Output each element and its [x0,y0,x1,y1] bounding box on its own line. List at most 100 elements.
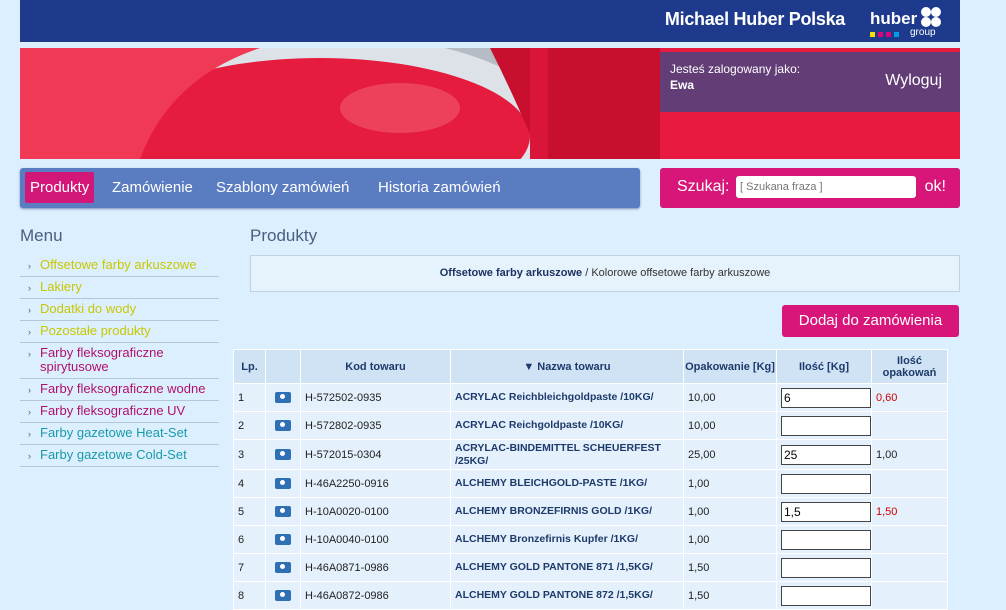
quantity-input[interactable] [781,444,871,465]
camera-icon[interactable] [275,392,291,404]
breadcrumb-category[interactable]: Offsetowe farby arkuszowe [440,267,582,279]
camera-icon[interactable] [275,506,291,518]
username: Ewa [670,78,695,92]
cell-image[interactable] [265,439,301,470]
quantity-input[interactable] [781,585,871,606]
cell-package: 1,00 [683,469,777,498]
main-nav: Produkty Zamówienie Szablony zamówień Hi… [20,168,640,208]
menu-item-label: Farby fleksograficzne UV [40,403,186,418]
cell-lp: 6 [233,525,266,554]
cell-image[interactable] [265,497,301,526]
table-row: 6 H-10A0040-0100 ALCHEMY Bronzefirnis Kupf… [233,525,948,554]
menu-item-label: Pozostałe produkty [40,323,151,338]
cell-package: 1,50 [683,581,777,610]
cell-lp: 8 [233,581,266,610]
menu-item[interactable]: › Lakiery [20,277,219,299]
chevron-right-icon: › [28,283,31,293]
nav-products[interactable]: Produkty [25,172,95,203]
col-package-count: Ilość opakowań [871,349,948,384]
menu-item[interactable]: › Farby fleksograficzne spirytusowe [20,343,219,379]
flower-logo-icon [921,7,941,27]
menu-item[interactable]: › Offsetowe farby arkuszowe [20,255,219,277]
cell-image[interactable] [265,411,301,440]
cell-code: H-572502-0935 [300,383,451,412]
cell-image[interactable] [265,383,301,412]
cell-name: ACRYLAC Reichbleichgoldpaste /10KG/ [450,383,684,412]
camera-icon[interactable] [275,562,291,574]
cell-code: H-46A0871-0986 [300,553,451,582]
cell-quantity [776,439,872,470]
cell-lp: 3 [233,439,266,470]
cell-code: H-10A0040-0100 [300,525,451,554]
cell-package-count [871,553,948,582]
search-input[interactable] [736,176,916,198]
menu-item[interactable]: › Dodatki do wody [20,299,219,321]
cell-name: ALCHEMY GOLD PANTONE 872 /1,5KG/ [450,581,684,610]
menu-item[interactable]: › Farby gazetowe Cold-Set [20,445,219,467]
camera-icon[interactable] [275,534,291,546]
add-to-order-button[interactable]: Dodaj do zamówienia [782,305,959,337]
col-name[interactable]: ▼ Nazwa towaru [450,349,684,384]
cell-package-count [871,581,948,610]
search-label: Szukaj: [677,178,730,195]
cell-lp: 1 [233,383,266,412]
logout-link[interactable]: Wyloguj [885,72,942,90]
menu-item-label: Farby gazetowe Heat-Set [40,425,188,440]
quantity-input[interactable] [781,387,871,408]
col-package[interactable]: Opakowanie [Kg] [683,349,777,384]
menu-item-label: Offsetowe farby arkuszowe [40,257,197,272]
cell-image[interactable] [265,469,301,498]
products-table: Lp. Kod towaru ▼ Nazwa towaru Opakowanie… [233,349,948,610]
chevron-right-icon: › [28,305,31,315]
camera-icon[interactable] [275,478,291,490]
cell-package: 1,00 [683,497,777,526]
camera-icon[interactable] [275,590,291,602]
logged-in-label: Jesteś zalogowany jako: [670,62,801,76]
quantity-input[interactable] [781,529,871,550]
huber-logo: huber group [870,5,950,39]
col-code[interactable]: Kod towaru [300,349,451,384]
cell-image[interactable] [265,525,301,554]
cell-name: ALCHEMY BLEICHGOLD-PASTE /1KG/ [450,469,684,498]
menu-item[interactable]: › Farby fleksograficzne wodne [20,379,219,401]
chevron-right-icon: › [28,261,31,271]
brand-name: Michael Huber Polska [664,9,845,29]
menu-item-label: Farby fleksograficzne spirytusowe [40,345,164,374]
search-button[interactable]: ok! [925,178,946,196]
cell-quantity [776,469,872,498]
cell-package-count [871,411,948,440]
nav-order-history[interactable]: Historia zamówień [373,172,506,203]
table-row: 7 H-46A0871-0986 ALCHEMY GOLD PANTONE 871 … [233,553,948,582]
cell-code: H-10A0020-0100 [300,497,451,526]
quantity-input[interactable] [781,473,871,494]
cell-quantity [776,383,872,412]
menu-item[interactable]: › Farby gazetowe Heat-Set [20,423,219,445]
cell-package: 25,00 [683,439,777,470]
cell-image[interactable] [265,581,301,610]
quantity-input[interactable] [781,501,871,522]
menu-item[interactable]: › Pozostałe produkty [20,321,219,343]
table-row: 8 H-46A0872-0986 ALCHEMY GOLD PANTONE 872 … [233,581,948,610]
chevron-right-icon: › [28,385,31,395]
cell-quantity [776,525,872,554]
category-menu: › Offsetowe farby arkuszowe › Lakiery › Dodat… [20,255,219,467]
cell-package: 1,00 [683,525,777,554]
breadcrumb: Offsetowe farby arkuszowe / Kolorowe off… [250,255,960,292]
table-row: 3 H-572015-0304 ACRYLAC-BINDEMITTEL SCHEUE… [233,439,948,470]
nav-order-templates[interactable]: Szablony zamówień [211,172,354,203]
cell-code: H-572802-0935 [300,411,451,440]
camera-icon[interactable] [275,449,291,461]
chevron-right-icon: › [28,327,31,337]
cell-name: ALCHEMY GOLD PANTONE 871 /1,5KG/ [450,553,684,582]
cell-lp: 4 [233,469,266,498]
quantity-input[interactable] [781,557,871,578]
cell-image[interactable] [265,553,301,582]
table-header-row: Lp. Kod towaru ▼ Nazwa towaru Opakowanie… [233,349,948,384]
menu-item[interactable]: › Farby fleksograficzne UV [20,401,219,423]
cell-package: 1,50 [683,553,777,582]
table-row: 2 H-572802-0935 ACRYLAC Reichgoldpaste /10… [233,411,948,440]
camera-icon[interactable] [275,420,291,432]
nav-order[interactable]: Zamówienie [107,172,198,203]
cell-package-count [871,469,948,498]
quantity-input[interactable] [781,415,871,436]
